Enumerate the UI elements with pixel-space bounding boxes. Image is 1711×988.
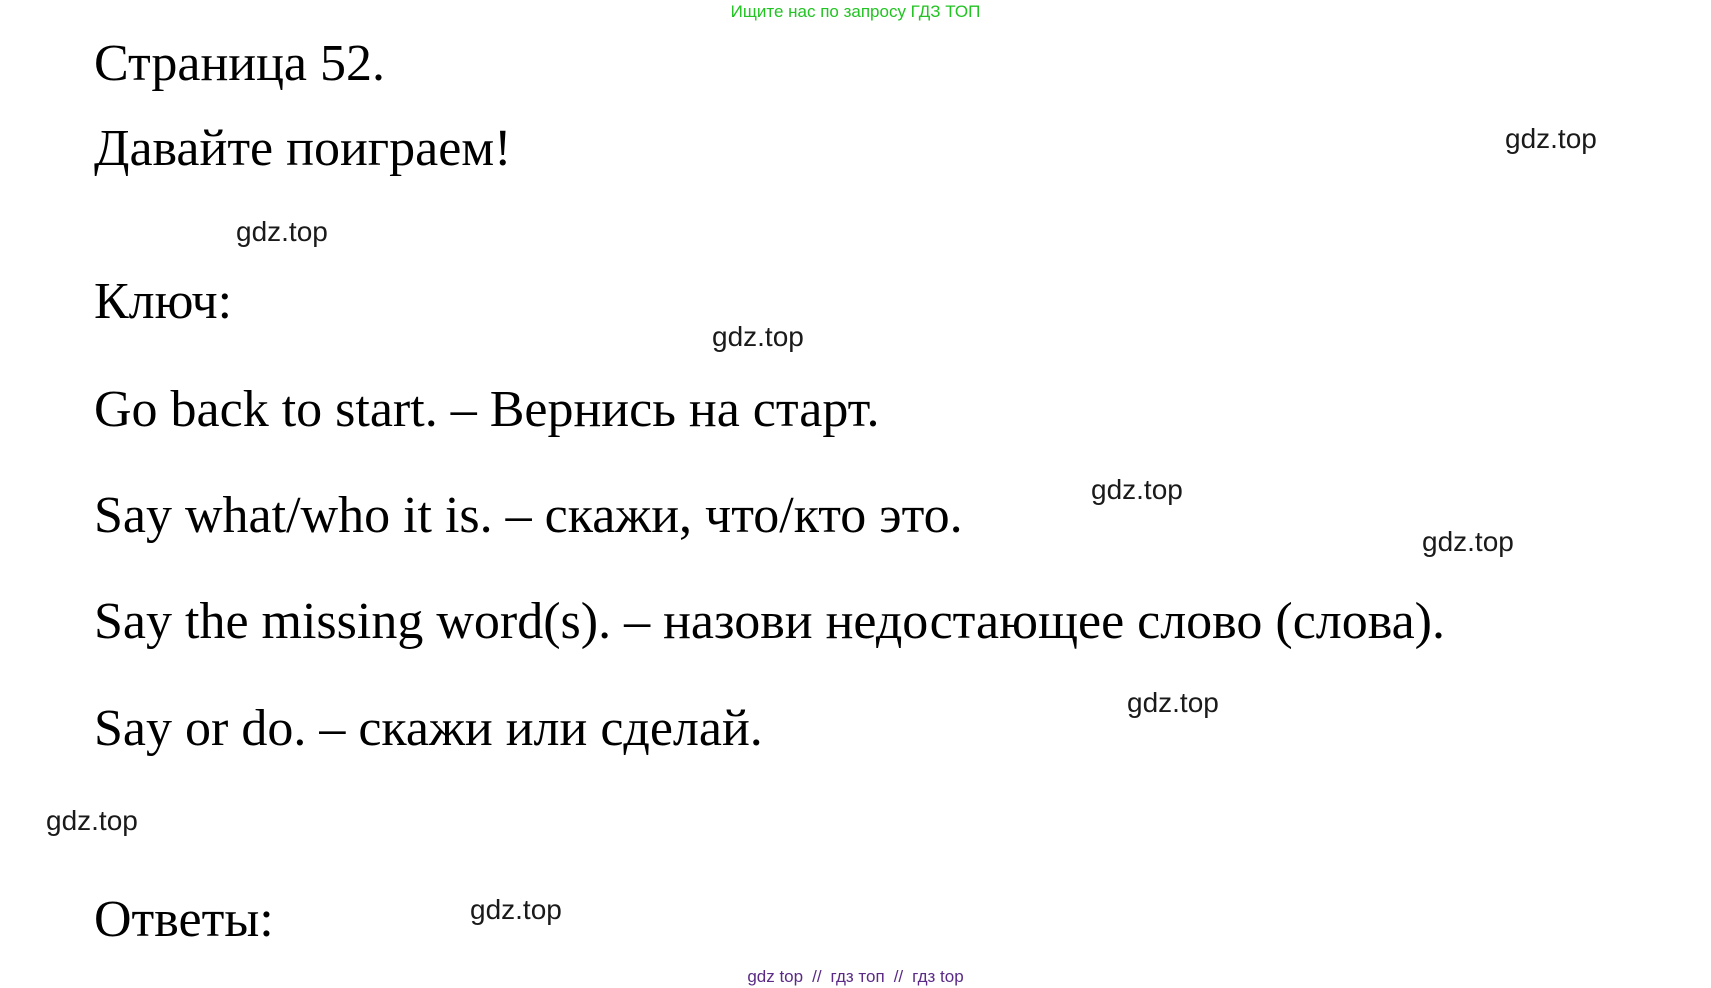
watermark: gdz.top (1091, 474, 1183, 505)
watermark: gdz.top (1422, 526, 1514, 557)
answers-label: Ответы: (94, 891, 274, 948)
page-title: Страница 52. (94, 35, 386, 92)
watermark: gdz.top (1127, 687, 1219, 718)
footer-separator: // (812, 967, 822, 986)
footer-link[interactable]: гдз top (912, 967, 964, 986)
footer-link[interactable]: gdz top (747, 967, 803, 986)
subtitle: Давайте поиграем! (94, 120, 512, 177)
key-label: Ключ: (94, 273, 233, 330)
key-line-4: Say or do. – скажи или сделай. (94, 700, 763, 757)
watermark: gdz.top (46, 805, 138, 836)
key-line-3: Say the missing word(s). – назови недост… (94, 593, 1445, 650)
footer-link[interactable]: гдз топ (831, 967, 885, 986)
watermark: gdz.top (470, 894, 562, 925)
header-banner: Ищите нас по запросу ГДЗ ТОП (730, 2, 981, 21)
footer-separator: // (893, 967, 904, 986)
key-line-2: Say what/who it is. – скажи, что/кто это… (94, 487, 963, 544)
watermark: gdz.top (712, 321, 804, 352)
watermark: gdz.top (1505, 123, 1597, 154)
key-line-1: Go back to start. – Вернись на старт. (94, 381, 880, 438)
watermark: gdz.top (236, 216, 328, 247)
